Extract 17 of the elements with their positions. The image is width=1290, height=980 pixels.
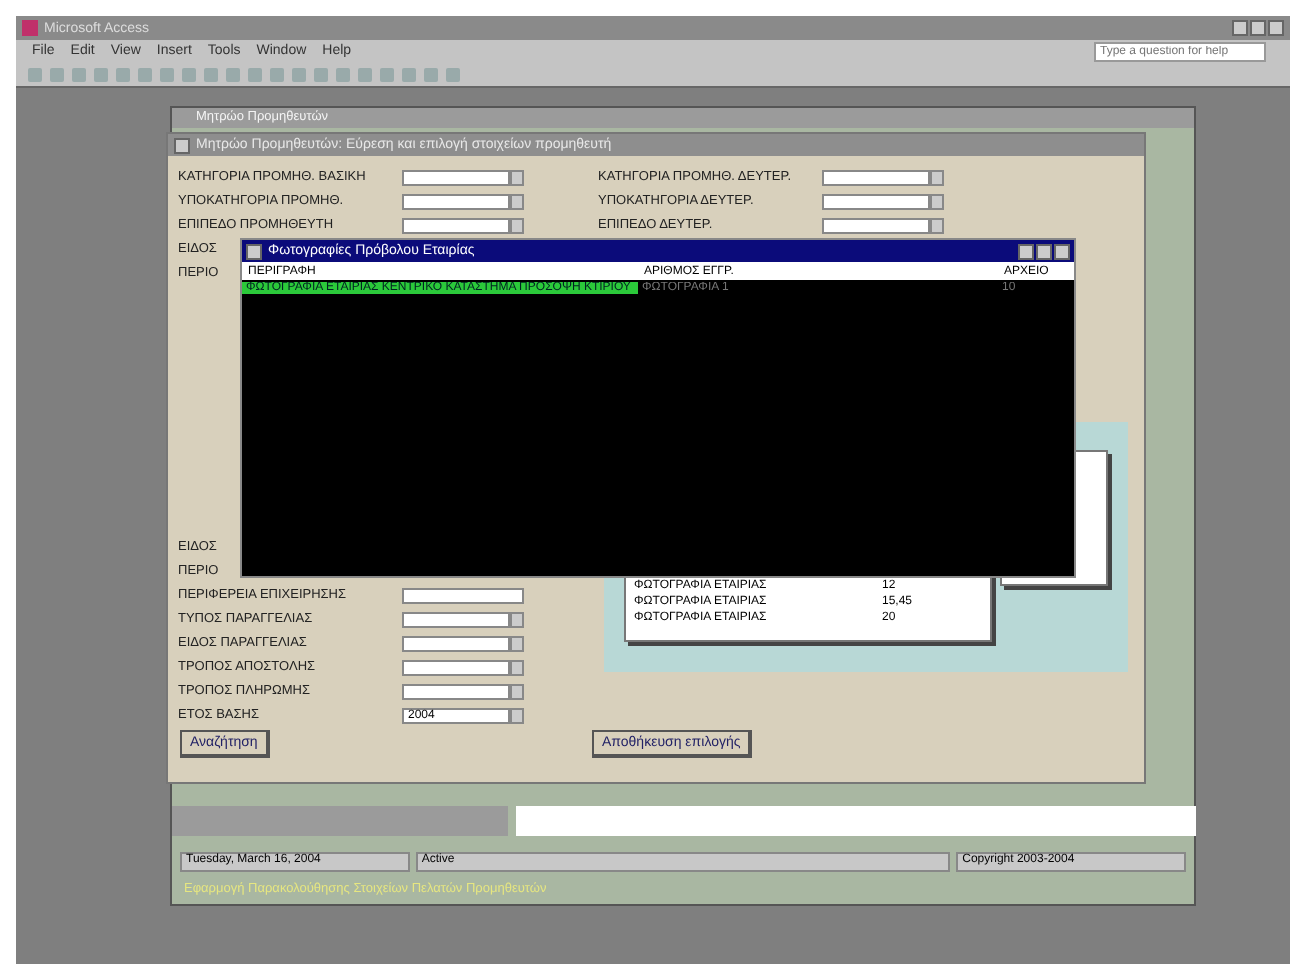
form-icon xyxy=(174,137,190,153)
app-icon xyxy=(22,20,38,36)
dialog-icon xyxy=(246,243,262,259)
combo-box[interactable] xyxy=(402,683,510,699)
combo-box[interactable] xyxy=(402,193,510,209)
combo-box[interactable] xyxy=(402,635,510,651)
combo-box[interactable] xyxy=(402,217,510,233)
combo-box[interactable] xyxy=(822,217,930,233)
close-button[interactable] xyxy=(1054,243,1070,259)
combo-box[interactable] xyxy=(402,169,510,185)
text-field[interactable] xyxy=(402,587,524,603)
maximize-button[interactable] xyxy=(1036,243,1052,259)
combo-box[interactable] xyxy=(822,193,930,209)
minimize-button[interactable] xyxy=(1018,243,1034,259)
combo-box[interactable] xyxy=(822,169,930,185)
combo-box[interactable] xyxy=(402,659,510,675)
combo-box[interactable] xyxy=(402,611,510,627)
